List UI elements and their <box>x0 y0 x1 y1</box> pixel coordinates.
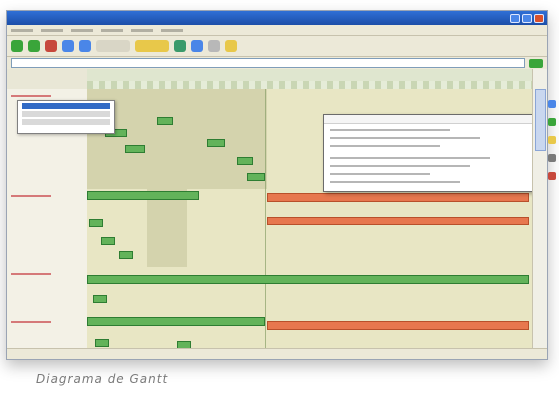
dropdown-option[interactable] <box>22 103 110 109</box>
task-bar[interactable] <box>207 139 225 147</box>
timeline-ticks <box>87 81 533 89</box>
panel-icon-5[interactable] <box>548 172 556 180</box>
scrollbar-thumb[interactable] <box>535 89 546 151</box>
menu-item[interactable] <box>71 28 93 32</box>
task-bar[interactable] <box>95 339 109 347</box>
dropdown-option[interactable] <box>22 111 110 117</box>
task-bar[interactable] <box>207 359 223 360</box>
back-icon[interactable] <box>11 40 23 52</box>
go-button[interactable] <box>529 58 543 68</box>
dropdown-option[interactable] <box>22 119 110 125</box>
task-bar[interactable] <box>247 173 265 181</box>
forward-icon[interactable] <box>28 40 40 52</box>
task-detail-tooltip <box>323 114 535 192</box>
close-icon[interactable] <box>534 13 544 23</box>
gantt-row-group <box>7 267 533 316</box>
task-bar[interactable] <box>237 157 253 165</box>
search-icon[interactable] <box>96 40 130 52</box>
menu-item[interactable] <box>161 28 183 32</box>
task-bar[interactable] <box>267 217 529 225</box>
panel-icon-2[interactable] <box>548 118 556 126</box>
task-bar[interactable] <box>89 219 103 227</box>
tooltip-header <box>324 115 534 124</box>
summary-bar[interactable] <box>87 275 529 284</box>
vertical-scrollbar[interactable] <box>532 69 547 349</box>
gantt-row-group <box>7 189 533 268</box>
task-timeline <box>87 189 533 268</box>
panel-icon-4[interactable] <box>548 154 556 162</box>
view-dropdown-menu <box>17 100 115 134</box>
print-icon[interactable] <box>225 40 237 52</box>
browser-window <box>6 10 548 360</box>
summary-bar[interactable] <box>267 321 529 330</box>
menu-item[interactable] <box>11 28 33 32</box>
address-input[interactable] <box>11 58 525 68</box>
media-icon[interactable] <box>174 40 186 52</box>
panel-icon-3[interactable] <box>548 136 556 144</box>
favorites-icon[interactable] <box>135 40 169 52</box>
task-timeline <box>87 267 533 316</box>
panel-icon-1[interactable] <box>548 100 556 108</box>
timeline-header <box>87 69 533 90</box>
summary-bar[interactable] <box>87 191 199 200</box>
task-label[interactable] <box>7 189 88 268</box>
refresh-icon[interactable] <box>62 40 74 52</box>
side-panel-icons <box>546 70 558 270</box>
maximize-icon[interactable] <box>522 13 532 23</box>
menu-item[interactable] <box>41 28 63 32</box>
figure-caption: Diagrama de Gantt <box>36 372 169 386</box>
summary-bar[interactable] <box>267 193 529 202</box>
task-bar[interactable] <box>93 295 107 303</box>
task-label[interactable] <box>7 267 88 316</box>
status-bar <box>7 348 547 359</box>
task-bar[interactable] <box>119 251 133 259</box>
menu-item[interactable] <box>131 28 153 32</box>
stop-icon[interactable] <box>45 40 57 52</box>
task-bar[interactable] <box>125 145 145 153</box>
task-bar[interactable] <box>101 237 115 245</box>
menu-item[interactable] <box>101 28 123 32</box>
toolbar <box>7 36 547 57</box>
history-icon[interactable] <box>191 40 203 52</box>
task-bar[interactable] <box>157 117 173 125</box>
menu-bar <box>7 25 547 36</box>
task-tree-header <box>7 69 88 90</box>
home-icon[interactable] <box>79 40 91 52</box>
minimize-icon[interactable] <box>510 13 520 23</box>
title-bar <box>7 11 547 25</box>
mail-icon[interactable] <box>208 40 220 52</box>
summary-bar[interactable] <box>87 317 265 326</box>
